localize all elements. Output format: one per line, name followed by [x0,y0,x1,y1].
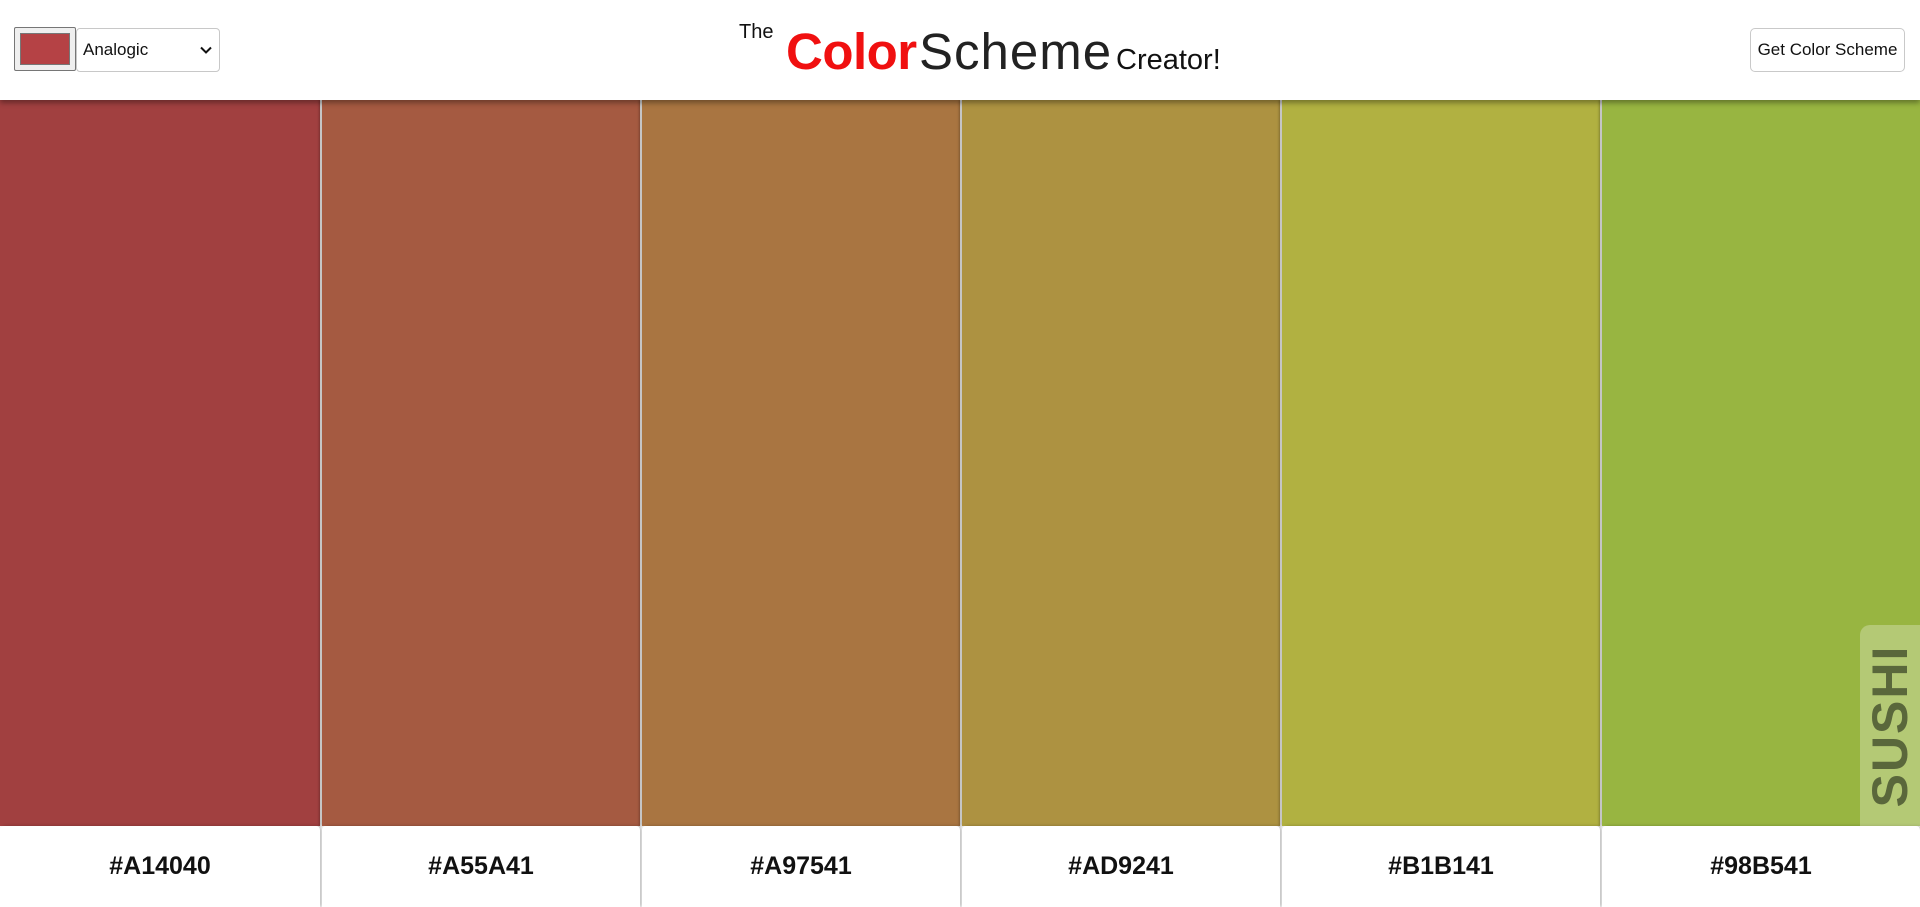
scheme-mode-select[interactable]: Analogic [76,28,220,72]
color-name-tag: SUSHI [1860,625,1920,826]
color-hex-label[interactable]: #AD9241 [962,826,1280,907]
scheme-mode-value: Analogic [83,40,149,59]
color-columns: #A14040 #A55A41 #A97541 #AD9241 #B1B141 … [0,100,1920,907]
color-column[interactable]: #A55A41 [322,100,643,907]
color-column[interactable]: #B1B141 [1282,100,1603,907]
color-column[interactable]: #A14040 [0,100,323,907]
color-hex-label[interactable]: #A14040 [0,826,320,907]
color-picker-input[interactable] [14,27,76,71]
color-fill [1282,100,1600,826]
color-swatch [20,33,70,65]
header: Analogic The Color Scheme Creator! Get C… [0,0,1920,100]
color-hex-label[interactable]: #A97541 [642,826,960,907]
color-hex-label[interactable]: #B1B141 [1282,826,1600,907]
title-creator-word: Creator! [1116,44,1221,76]
color-fill [642,100,960,826]
color-fill [962,100,1280,826]
color-column[interactable]: #A97541 [642,100,963,907]
title-the: The [739,21,774,43]
get-color-scheme-button[interactable]: Get Color Scheme [1750,28,1905,72]
color-hex-label[interactable]: #A55A41 [322,826,640,907]
title-color-word: Color [786,23,917,80]
title-scheme-word: Scheme [919,23,1113,80]
color-hex-label[interactable]: #98B541 [1602,826,1920,907]
color-name-text: SUSHI [1862,644,1918,807]
color-fill [0,100,320,826]
color-fill [322,100,640,826]
chevron-down-icon [200,46,212,54]
color-column[interactable]: #AD9241 [962,100,1283,907]
